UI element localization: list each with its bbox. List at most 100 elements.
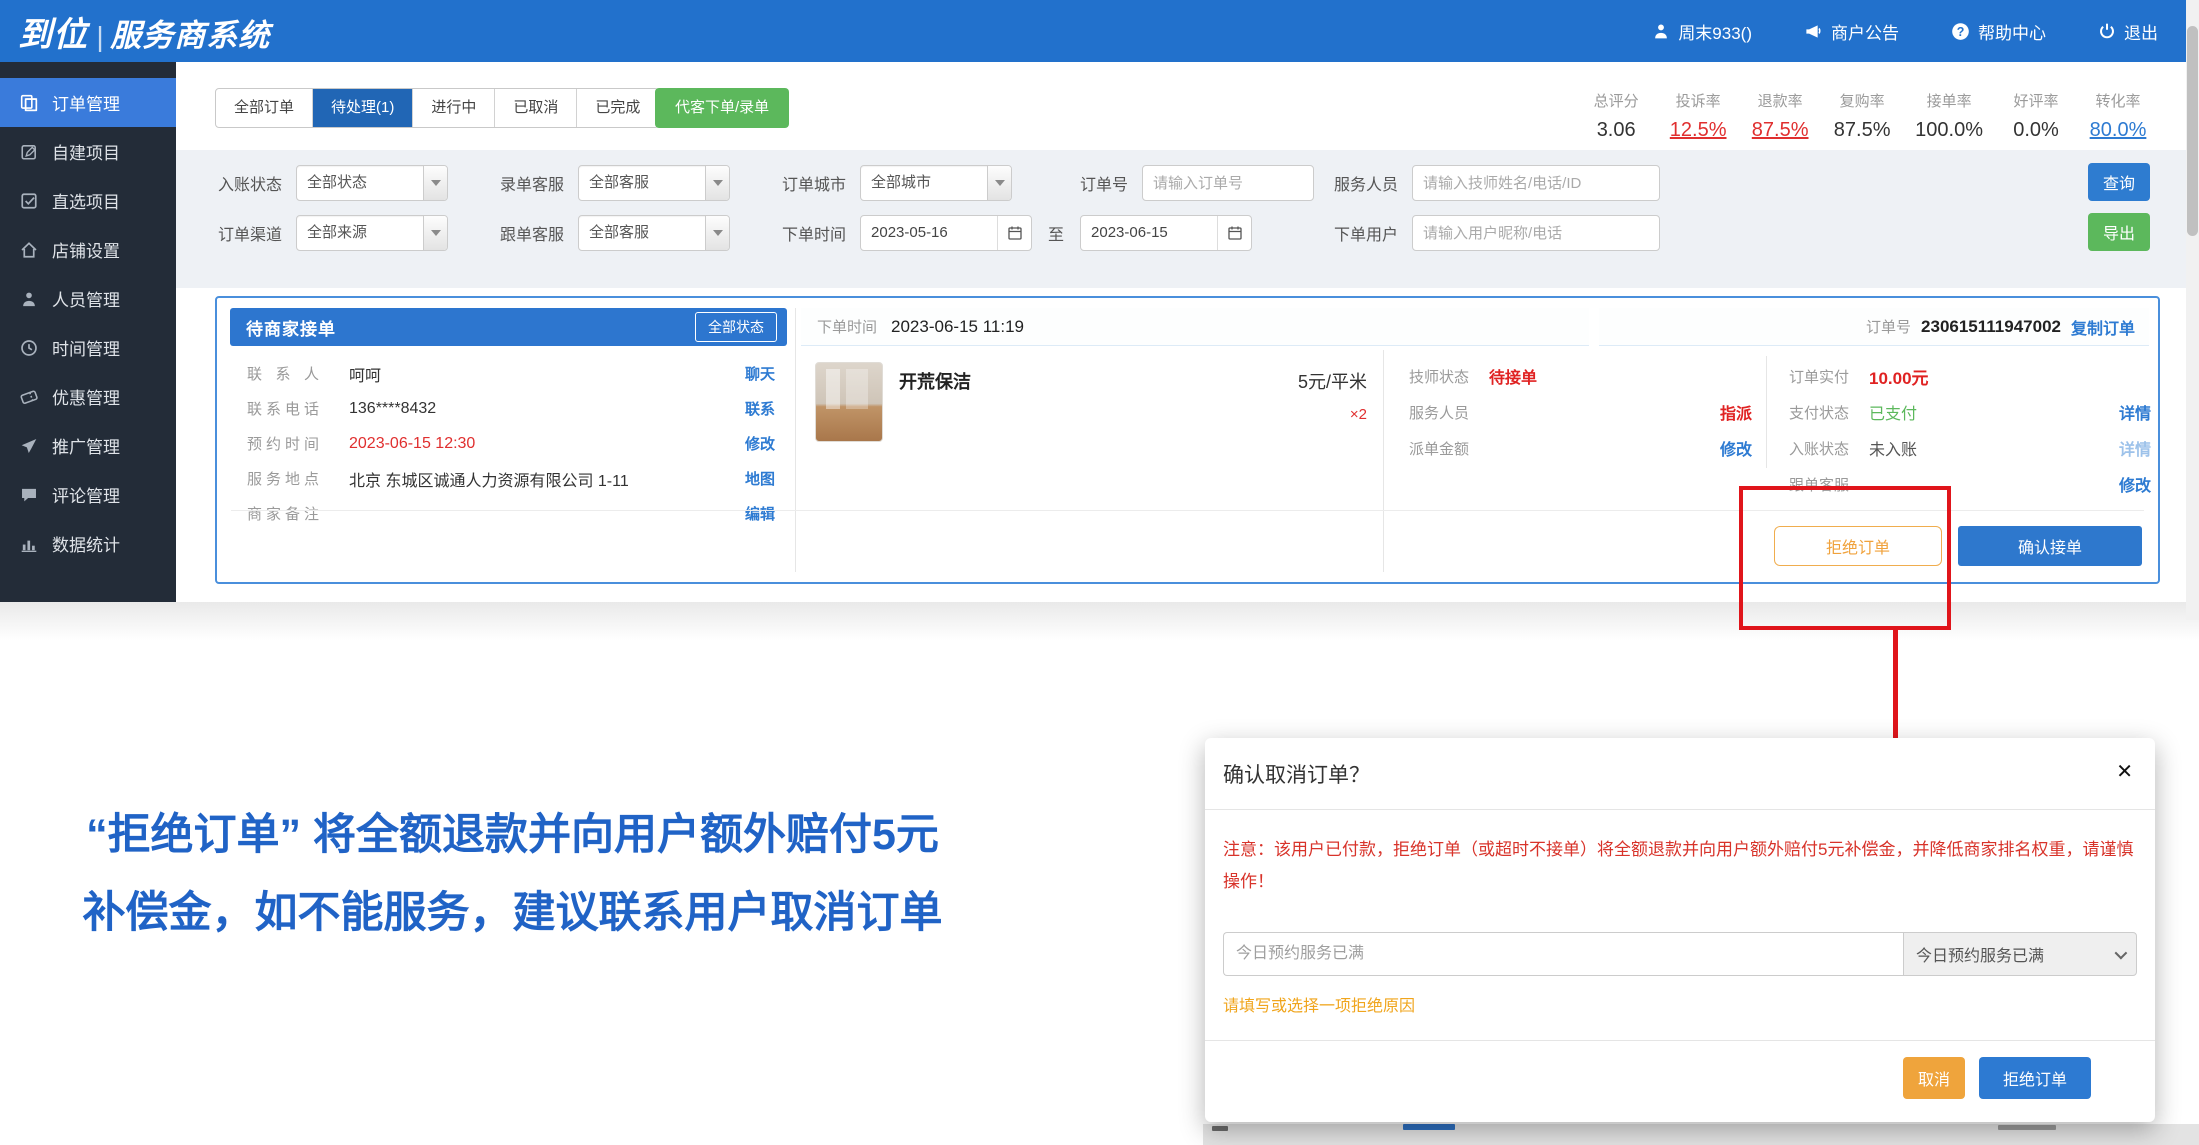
reject-reason-input[interactable] bbox=[1223, 932, 1903, 976]
stat-value: 100.0% bbox=[1915, 119, 1983, 141]
order-no-input[interactable] bbox=[1142, 165, 1315, 201]
contact-value: 136****8432 bbox=[349, 399, 437, 417]
sidebar-item-label: 推广管理 bbox=[52, 438, 120, 457]
stat-value[interactable]: 12.5% bbox=[1669, 119, 1727, 142]
modal-title: 确认取消订单？ bbox=[1223, 763, 1370, 787]
all-status-button[interactable]: 全部状态 bbox=[695, 312, 777, 342]
search-button[interactable]: 查询 bbox=[2088, 163, 2150, 201]
filter-channel: 订单渠道 全部来源 bbox=[218, 214, 449, 252]
edit-note-link[interactable]: 编辑 bbox=[715, 503, 775, 524]
app-logo: 到位 | 服务商系统 bbox=[18, 7, 270, 56]
follow-agent-select[interactable]: 全部客服 bbox=[578, 215, 731, 251]
tab-cancelled[interactable]: 已取消 bbox=[495, 89, 578, 127]
stat-acceptance-rate: 接单率 100.0% bbox=[1915, 90, 1983, 142]
tech-status-label: 技师状态 bbox=[1409, 368, 1470, 386]
top-header: 到位 | 服务商系统 周末933() 商户公告 ? 帮助中心 退出 bbox=[0, 0, 2186, 62]
stat-total-score: 总评分 3.06 bbox=[1587, 90, 1645, 142]
city-select[interactable]: 全部城市 bbox=[860, 165, 1013, 201]
sidebar-item-reviews[interactable]: 评论管理 bbox=[0, 470, 176, 519]
modal-cancel-button[interactable]: 取消 bbox=[1903, 1057, 1965, 1099]
accept-order-button[interactable]: 确认接单 bbox=[1958, 526, 2142, 566]
annotation-line-1: “拒绝订单” 将全额退款并向用户额外赔付5元 bbox=[86, 811, 939, 859]
sidebar-item-coupon[interactable]: 优惠管理 bbox=[0, 372, 176, 421]
account-status-select[interactable]: 全部状态 bbox=[296, 165, 449, 201]
logo-primary: 到位 bbox=[18, 15, 88, 54]
order-no-label: 订单号 bbox=[1866, 319, 1912, 336]
sidebar-item-staff[interactable]: 人员管理 bbox=[0, 274, 176, 323]
reject-reason-select[interactable]: 今日预约服务已满 bbox=[1903, 932, 2137, 976]
logout-link[interactable]: 退出 bbox=[2098, 19, 2158, 44]
channel-select[interactable]: 全部来源 bbox=[296, 215, 449, 251]
filter-label: 入账状态 bbox=[218, 177, 283, 194]
paid-row: 订单实付 10.00元 bbox=[1789, 358, 2151, 394]
tab-completed[interactable]: 已完成 bbox=[577, 89, 658, 127]
order-user-input[interactable] bbox=[1412, 215, 1661, 251]
close-icon[interactable]: ✕ bbox=[2116, 762, 2133, 782]
tab-all-orders[interactable]: 全部订单 bbox=[216, 89, 314, 127]
user-menu[interactable]: 周末933() bbox=[1652, 19, 1752, 44]
coupon-icon bbox=[20, 389, 38, 404]
staff-input[interactable] bbox=[1412, 165, 1661, 201]
entry-agent-select[interactable]: 全部客服 bbox=[578, 165, 731, 201]
staff-label: 服务人员 bbox=[1409, 404, 1470, 422]
reviews-icon bbox=[22, 488, 36, 501]
pay-status-value: 已支付 bbox=[1869, 406, 1918, 423]
map-link[interactable]: 地图 bbox=[715, 468, 775, 489]
filter-label: 下单时间 bbox=[782, 227, 847, 244]
user-name: 周末933() bbox=[1678, 23, 1752, 43]
contact-link[interactable]: 联系 bbox=[715, 398, 775, 419]
stat-value[interactable]: 80.0% bbox=[2089, 119, 2147, 142]
divider bbox=[1383, 350, 1384, 572]
date-from-picker[interactable]: 2023-05-16 bbox=[860, 215, 1033, 251]
product-quantity: ×2 bbox=[1349, 406, 1367, 423]
order-time-value: 2023-06-15 11:19 bbox=[891, 316, 1024, 336]
modify-amount-link[interactable]: 修改 bbox=[1720, 436, 1752, 460]
filter-label: 订单城市 bbox=[782, 177, 847, 194]
sidebar-item-shop-settings[interactable]: 店铺设置 bbox=[0, 225, 176, 274]
copy-order-link[interactable]: 复制订单 bbox=[2071, 315, 2135, 339]
divider bbox=[795, 308, 796, 572]
order-status-banner: 待商家接单 全部状态 bbox=[230, 308, 787, 346]
chevron-down-icon bbox=[423, 166, 448, 200]
merchant-notice-link[interactable]: 商户公告 bbox=[1804, 19, 1899, 44]
sidebar-item-statistics[interactable]: 数据统计 bbox=[0, 519, 176, 568]
scrollbar-thumb[interactable] bbox=[2187, 26, 2198, 236]
modify-time-link[interactable]: 修改 bbox=[715, 433, 775, 454]
pay-status-label: 支付状态 bbox=[1789, 404, 1850, 422]
date-to-picker[interactable]: 2023-06-15 bbox=[1080, 215, 1253, 251]
sidebar-item-promotion[interactable]: 推广管理 bbox=[0, 421, 176, 470]
calendar-icon[interactable] bbox=[1217, 216, 1251, 250]
order-tabs: 全部订单 待处理(1) 进行中 已取消 已完成 bbox=[215, 88, 660, 128]
contact-label: 商家备注 bbox=[247, 506, 319, 523]
select-value: 全部状态 bbox=[307, 174, 368, 191]
product-thumbnail[interactable] bbox=[815, 362, 883, 442]
logo-divider: | bbox=[96, 20, 105, 52]
stat-refund-rate: 退款率 87.5% bbox=[1751, 90, 1809, 142]
sidebar-item-time[interactable]: 时间管理 bbox=[0, 323, 176, 372]
stat-value[interactable]: 87.5% bbox=[1751, 119, 1809, 142]
sidebar-item-self-build[interactable]: 自建项目 bbox=[0, 127, 176, 176]
export-button[interactable]: 导出 bbox=[2088, 213, 2150, 251]
merchant-stats: 总评分 3.06 投诉率 12.5% 退款率 87.5% 复购率 87.5% 接… bbox=[1587, 90, 2147, 142]
sidebar-item-direct-select[interactable]: 直选项目 bbox=[0, 176, 176, 225]
reject-reason-hint: 请填写或选择一项拒绝原因 bbox=[1223, 998, 1416, 1015]
filter-order-user: 下单用户 bbox=[1334, 214, 1661, 252]
account-detail-link[interactable]: 详情 bbox=[2119, 436, 2151, 460]
calendar-icon[interactable] bbox=[997, 216, 1031, 250]
help-center-link[interactable]: ? 帮助中心 bbox=[1951, 19, 2046, 44]
pay-detail-link[interactable]: 详情 bbox=[2119, 400, 2151, 424]
select-value: 全部客服 bbox=[589, 224, 650, 241]
assign-link[interactable]: 指派 bbox=[1720, 400, 1752, 424]
order-time-label: 下单时间 bbox=[817, 319, 878, 336]
tech-status-value: 待接单 bbox=[1489, 370, 1538, 387]
tab-pending[interactable]: 待处理(1) bbox=[313, 89, 414, 127]
chat-link[interactable]: 聊天 bbox=[715, 363, 775, 384]
time-icon bbox=[21, 339, 37, 356]
scrollbar-track[interactable] bbox=[2186, 0, 2199, 620]
tab-in-progress[interactable]: 进行中 bbox=[413, 89, 496, 127]
modal-reject-button[interactable]: 拒绝订单 bbox=[1979, 1057, 2091, 1099]
agent-order-button[interactable]: 代客下单/录单 bbox=[655, 88, 790, 128]
sidebar-item-orders[interactable]: 订单管理 bbox=[0, 78, 176, 127]
modify-follow-agent-link[interactable]: 修改 bbox=[2119, 472, 2151, 496]
stat-positive-rate: 好评率 0.0% bbox=[2007, 90, 2065, 142]
